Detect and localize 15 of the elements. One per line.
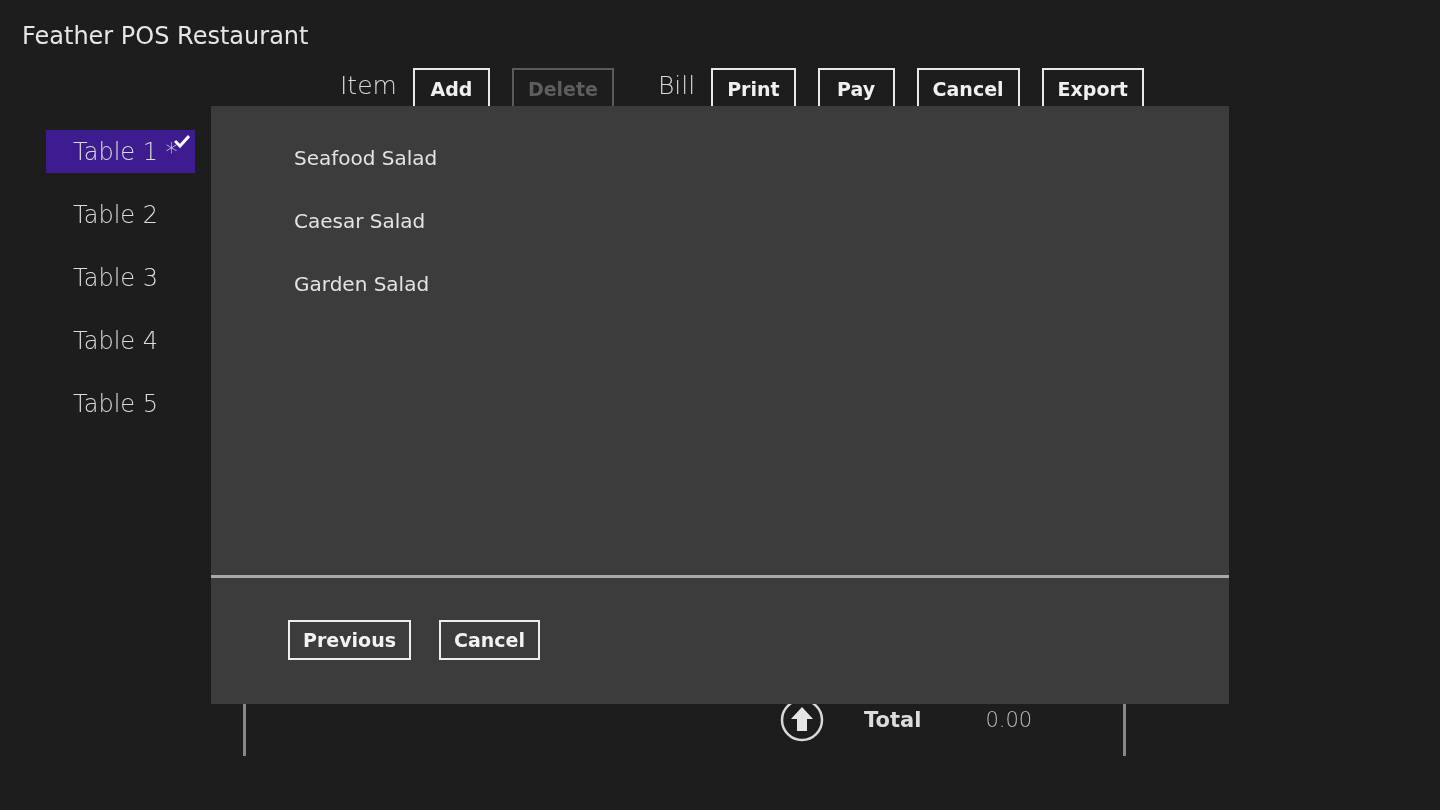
menu-item[interactable]: Caesar Salad: [294, 209, 426, 272]
menu-item[interactable]: Garden Salad: [294, 272, 430, 335]
toolbar-label: Item: [340, 70, 397, 102]
total-value: 0.00: [985, 708, 1033, 732]
table-item[interactable]: Table 1 *: [46, 130, 195, 173]
toolbar-label: Bill: [657, 70, 696, 102]
total-label: Total: [864, 708, 922, 732]
table-item[interactable]: Table 2: [46, 193, 195, 236]
dialog-button[interactable]: Previous: [288, 620, 411, 660]
table-item[interactable]: Table 5: [46, 382, 195, 425]
app-title: Feather POS Restaurant: [21, 21, 310, 52]
table-item[interactable]: Table 3: [46, 256, 195, 299]
menu-item[interactable]: Seafood Salad: [294, 146, 438, 209]
dialog-button[interactable]: Cancel: [438, 620, 540, 660]
table-item[interactable]: Table 4: [46, 319, 195, 362]
